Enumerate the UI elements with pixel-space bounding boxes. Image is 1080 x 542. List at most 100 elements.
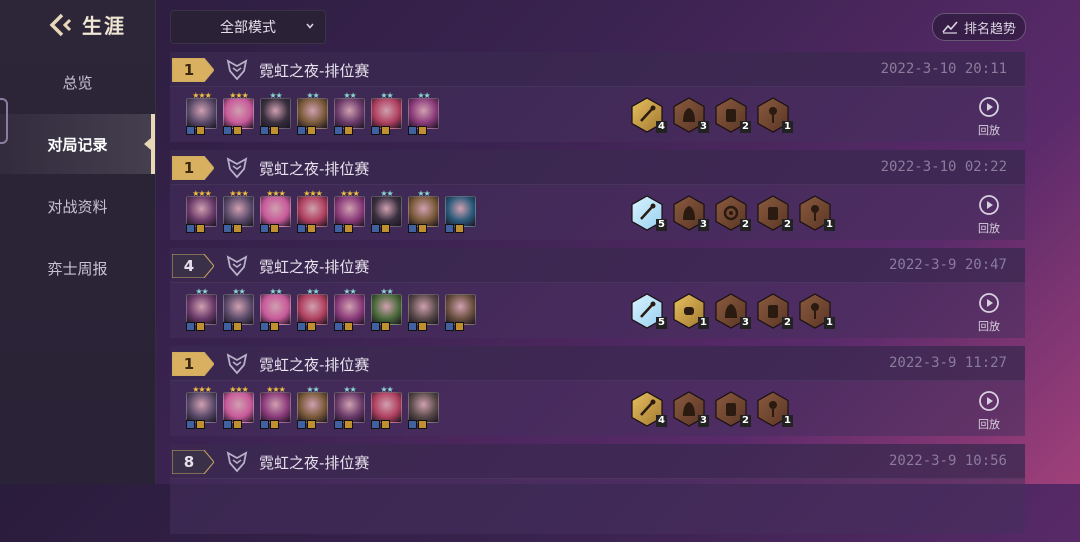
trait-badge[interactable]: 3 <box>672 195 709 231</box>
match-card[interactable]: 8 霓虹之夜-排位赛 2022-3-9 10:56 <box>170 444 1025 534</box>
replay-button[interactable]: 回放 <box>969 390 1009 432</box>
trait-badge[interactable]: 1 <box>798 195 835 231</box>
unit-portrait[interactable]: ★★ <box>334 288 365 331</box>
trait-badge[interactable]: 2 <box>714 97 751 133</box>
unit-stars: ★★ <box>306 385 319 394</box>
unit-portrait[interactable]: ★★★ <box>223 190 254 233</box>
unit-stars: ★★ <box>306 91 319 100</box>
sidebar-item-overview[interactable]: 总览 <box>0 62 155 102</box>
trait-badge[interactable]: 1 <box>756 391 793 427</box>
unit-portrait[interactable]: ★★ <box>260 288 291 331</box>
unit-portrait[interactable]: ★★★ <box>334 190 365 233</box>
trait-list: 5 3 2 2 1 <box>630 195 835 231</box>
mode-filter-dropdown[interactable]: 全部模式 <box>170 10 326 44</box>
mode-crest-icon <box>226 157 248 179</box>
trait-badge[interactable]: 5 <box>630 195 667 231</box>
rank-trend-button[interactable]: 排名趋势 <box>932 13 1026 41</box>
unit-portrait[interactable]: ★★ <box>260 92 291 135</box>
unit-portrait[interactable]: ★★★ <box>260 190 291 233</box>
unit-portrait[interactable]: ★★ <box>371 386 402 429</box>
unit-items <box>297 322 316 331</box>
trait-list: 4 3 2 1 <box>630 97 793 133</box>
unit-portrait[interactable]: ★★★ <box>186 190 217 233</box>
trait-badge[interactable]: 2 <box>714 195 751 231</box>
sidebar-item-battle-data[interactable]: 对战资料 <box>0 186 155 226</box>
trait-badge[interactable]: 1 <box>756 97 793 133</box>
back-button[interactable]: 生涯 <box>48 10 126 39</box>
unit-portrait[interactable] <box>445 196 476 233</box>
replay-button[interactable]: 回放 <box>969 194 1009 236</box>
trait-badge[interactable]: 5 <box>630 293 667 329</box>
unit-portrait[interactable]: ★★ <box>223 288 254 331</box>
trend-chart-icon <box>942 21 958 34</box>
replay-button[interactable]: 回放 <box>969 292 1009 334</box>
unit-portrait[interactable]: ★★★ <box>297 190 328 233</box>
unit-portrait[interactable]: ★★ <box>334 92 365 135</box>
trait-badge[interactable]: 3 <box>714 293 751 329</box>
unit-portrait[interactable]: ★★★ <box>186 386 217 429</box>
trait-badge[interactable]: 1 <box>672 293 709 329</box>
mode-crest-icon <box>226 451 248 473</box>
sidebar-item-label: 对局记录 <box>47 135 108 154</box>
match-card[interactable]: 1 霓虹之夜-排位赛 2022-3-9 11:27 ★★★ ★★★ ★★★ ★★… <box>170 346 1025 436</box>
unit-stars: ★★★ <box>266 385 286 394</box>
trait-badge[interactable]: 3 <box>672 391 709 427</box>
trait-count: 2 <box>740 219 751 231</box>
placement-badge: 1 <box>172 58 214 82</box>
unit-lineup: ★★★ ★★★ ★★★ ★★★ ★★★ ★★ ★★ <box>186 190 476 233</box>
unit-portrait[interactable]: ★★ <box>408 92 439 135</box>
unit-portrait[interactable]: ★★★ <box>223 92 254 135</box>
unit-portrait[interactable] <box>408 294 439 331</box>
replay-label: 回放 <box>978 124 1000 137</box>
trait-count: 3 <box>698 415 709 427</box>
match-card[interactable]: 1 霓虹之夜-排位赛 2022-3-10 20:11 ★★★ ★★★ ★★ ★★… <box>170 52 1025 142</box>
trait-badge[interactable]: 2 <box>756 195 793 231</box>
trait-badge[interactable]: 2 <box>714 391 751 427</box>
unit-portrait[interactable]: ★★ <box>297 92 328 135</box>
unit-portrait[interactable] <box>445 294 476 331</box>
trait-badge[interactable]: 1 <box>798 293 835 329</box>
unit-items <box>371 322 390 331</box>
trait-badge[interactable]: 4 <box>630 391 667 427</box>
sidebar-item-match-history[interactable]: 对局记录 <box>0 114 155 174</box>
unit-portrait[interactable] <box>408 392 439 429</box>
unit-stars: ★★★ <box>192 91 212 100</box>
trait-badge[interactable]: 2 <box>756 293 793 329</box>
unit-portrait[interactable]: ★★★ <box>223 386 254 429</box>
placement-number: 1 <box>183 159 195 177</box>
unit-portrait[interactable]: ★★ <box>371 288 402 331</box>
unit-portrait[interactable]: ★★ <box>334 386 365 429</box>
trait-badge[interactable]: 3 <box>672 97 709 133</box>
unit-portrait[interactable]: ★★★ <box>260 386 291 429</box>
match-card[interactable]: 1 霓虹之夜-排位赛 2022-3-10 02:22 ★★★ ★★★ ★★★ ★… <box>170 150 1025 240</box>
unit-items <box>408 322 427 331</box>
trait-count: 2 <box>740 415 751 427</box>
trait-count: 1 <box>824 219 835 231</box>
unit-items <box>260 322 279 331</box>
replay-label: 回放 <box>978 320 1000 333</box>
unit-portrait[interactable]: ★★ <box>371 92 402 135</box>
trait-badge[interactable]: 4 <box>630 97 667 133</box>
unit-portrait[interactable]: ★★★ <box>186 92 217 135</box>
unit-portrait[interactable]: ★★ <box>186 288 217 331</box>
match-time: 2022-3-9 11:27 <box>888 355 1007 371</box>
page-title: 生涯 <box>82 14 126 38</box>
unit-portrait[interactable]: ★★ <box>371 190 402 233</box>
trait-count: 1 <box>824 317 835 329</box>
trait-count: 3 <box>698 121 709 133</box>
replay-button[interactable]: 回放 <box>969 96 1009 138</box>
mode-crest-icon <box>226 255 248 277</box>
sidebar: 生涯 总览 对局记录 对战资料 弈士周报 <box>0 0 156 484</box>
unit-items <box>260 420 279 429</box>
unit-portrait[interactable]: ★★ <box>297 288 328 331</box>
drawer-handle[interactable] <box>0 98 8 144</box>
mode-crest-icon <box>226 59 248 81</box>
unit-portrait[interactable]: ★★ <box>297 386 328 429</box>
unit-portrait[interactable]: ★★ <box>408 190 439 233</box>
sidebar-item-weekly-report[interactable]: 弈士周报 <box>0 248 155 288</box>
match-time: 2022-3-9 20:47 <box>888 257 1007 273</box>
match-time: 2022-3-10 02:22 <box>880 159 1007 175</box>
placement-number: 1 <box>183 61 195 79</box>
trait-count: 1 <box>698 317 709 329</box>
match-card[interactable]: 4 霓虹之夜-排位赛 2022-3-9 20:47 ★★ ★★ ★★ ★★ ★★… <box>170 248 1025 338</box>
